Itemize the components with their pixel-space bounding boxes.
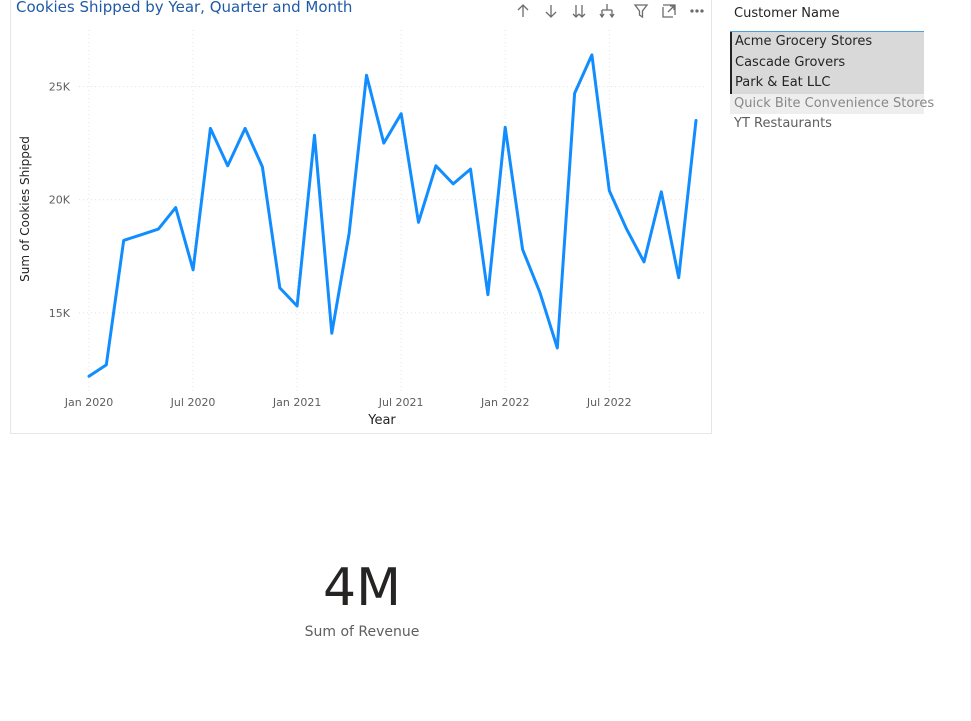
data-point[interactable] (294, 303, 300, 309)
data-point[interactable] (693, 118, 699, 124)
data-point[interactable] (658, 189, 664, 195)
data-point[interactable] (554, 345, 560, 351)
data-point[interactable] (138, 232, 144, 238)
x-tick-label: Jul 2021 (378, 396, 424, 409)
x-tick-label: Jan 2022 (480, 396, 529, 409)
x-axis-title: Year (367, 413, 396, 428)
slicer-item[interactable]: Quick Bite Convenience Stores (730, 93, 934, 114)
data-point[interactable] (520, 246, 526, 252)
slicer-item[interactable]: Acme Grocery Stores (730, 32, 924, 53)
data-point[interactable] (589, 52, 595, 58)
data-point[interactable] (416, 219, 422, 225)
data-point[interactable] (676, 275, 682, 281)
revenue-card: 4M Sum of Revenue (262, 552, 462, 640)
line-chart-visual[interactable]: Cookies Shipped by Year, Quarter and Mon… (10, 0, 712, 434)
data-point[interactable] (433, 163, 439, 169)
series-line[interactable] (87, 53, 698, 378)
y-tick-label: 25K (49, 81, 71, 94)
data-point[interactable] (606, 188, 612, 194)
data-point[interactable] (155, 226, 161, 232)
data-point[interactable] (225, 163, 231, 169)
data-point[interactable] (363, 72, 369, 78)
card-label: Sum of Revenue (304, 624, 420, 640)
data-point[interactable] (190, 267, 196, 273)
data-point[interactable] (259, 164, 265, 170)
data-point[interactable] (121, 237, 127, 243)
data-point[interactable] (624, 226, 630, 232)
data-point[interactable] (346, 231, 352, 237)
card-value: 4M (323, 558, 401, 618)
data-point[interactable] (173, 205, 179, 211)
data-point[interactable] (277, 285, 283, 291)
data-point[interactable] (572, 90, 578, 96)
data-point[interactable] (329, 330, 335, 336)
data-point[interactable] (450, 181, 456, 187)
x-tick-label: Jan 2021 (272, 396, 321, 409)
data-point[interactable] (398, 111, 404, 117)
slicer-item[interactable]: Cascade Grovers (730, 52, 924, 73)
data-point[interactable] (485, 292, 491, 298)
y-tick-label: 20K (49, 194, 71, 207)
slicer-item[interactable]: Park & Eat LLC (730, 73, 924, 94)
x-tick-label: Jan 2020 (64, 396, 113, 409)
data-point[interactable] (381, 140, 387, 146)
x-tick-label: Jul 2020 (170, 396, 216, 409)
slicer-title: Customer Name (734, 6, 840, 21)
data-point[interactable] (311, 132, 317, 138)
slicer-item[interactable]: YT Restaurants (730, 114, 924, 135)
x-tick-label: Jul 2022 (586, 396, 632, 409)
data-point[interactable] (103, 362, 109, 368)
data-point[interactable] (537, 289, 543, 295)
y-axis-title: Sum of Cookies Shipped (18, 136, 32, 282)
data-point[interactable] (641, 259, 647, 265)
data-point[interactable] (242, 125, 248, 131)
data-point[interactable] (207, 125, 213, 131)
data-point[interactable] (468, 166, 474, 172)
line-chart-plot: Jan 2020 Jul 2020 Jan 2021 Jul 2021 Jan 2022… (18, 30, 706, 428)
y-tick-label: 15K (49, 307, 71, 320)
data-point[interactable] (502, 124, 508, 130)
slicer-list: Acme Grocery Stores Cascade Grovers Park &… (730, 31, 934, 135)
data-point[interactable] (86, 373, 92, 379)
